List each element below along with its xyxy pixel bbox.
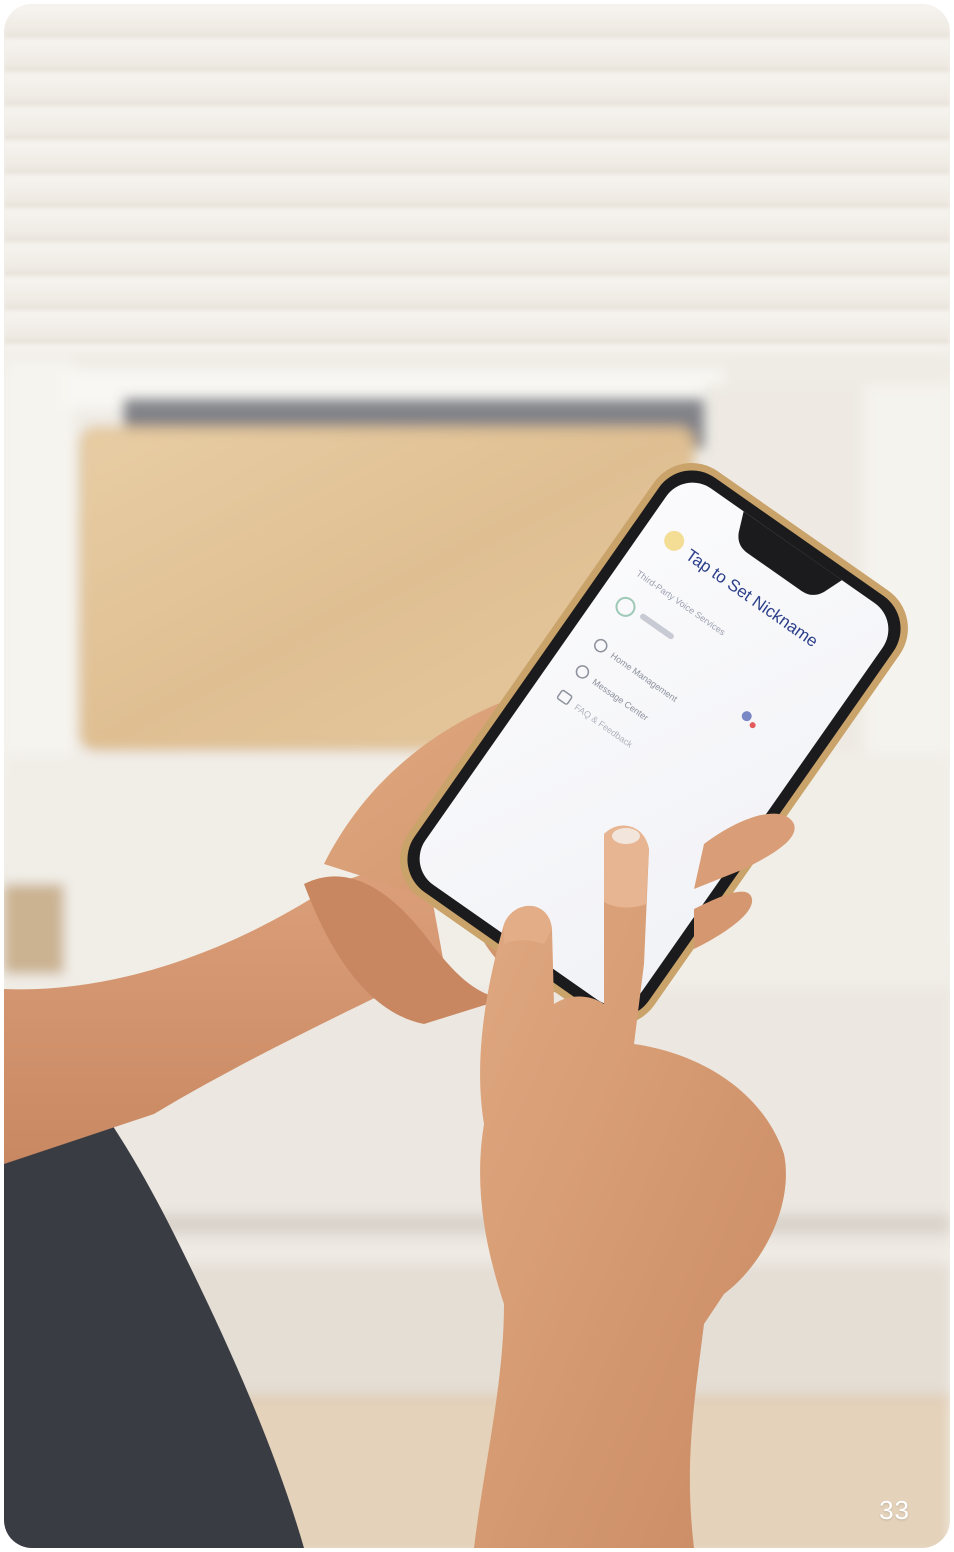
photo-card: Tap to Set Nickname Third-Party Voice Se…	[4, 4, 950, 1548]
photo-scene: Tap to Set Nickname Third-Party Voice Se…	[4, 4, 950, 1548]
page-number: 33	[879, 1495, 910, 1525]
window-blinds	[4, 4, 950, 374]
